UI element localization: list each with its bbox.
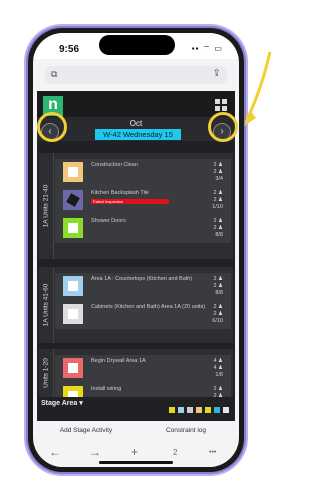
stat-line: 2 ♟	[213, 190, 223, 196]
highlight-ring-left	[37, 112, 67, 142]
section-label-text: 1A Units 41-60	[42, 283, 50, 327]
activity-stats: 2 ♟ 2 ♟ 8/8	[213, 276, 223, 297]
activity-title: Install wiring	[91, 386, 122, 392]
activity-stats: 2 ♟ 2 ♟ 3/4	[213, 162, 223, 183]
stat-line: 1/10	[212, 204, 223, 210]
status-icons: ▪▪ ⌔ ▭	[191, 44, 223, 53]
week-day-label[interactable]: W-42 Wednesday 15	[95, 129, 181, 140]
activity-color-swatch	[63, 304, 83, 324]
activity-row[interactable]: Construction Clean 2 ♟ 2 ♟ 3/4	[55, 159, 231, 187]
color-filter-chip[interactable]	[178, 407, 184, 413]
stat-line: 2 ♟	[213, 197, 223, 203]
home-indicator	[99, 461, 173, 464]
activity-color-swatch	[63, 218, 83, 238]
failed-inspection-badge: Failed Inspection	[91, 199, 169, 204]
phone-frame: 9:56 ▪▪ ⌔ ▭ ⧉ ⇪ n Oct W-42 Wednesday 15 …	[28, 28, 244, 472]
share-icon[interactable]: ⇪	[213, 68, 221, 79]
stat-line: 2 ♟	[213, 169, 223, 175]
color-filter-chip[interactable]	[223, 407, 229, 413]
new-tab-icon[interactable]: +	[131, 445, 138, 459]
stat-line: 8/8	[215, 290, 223, 296]
section-label: Units 1-20	[39, 349, 54, 397]
stat-line: 2 ♟	[213, 225, 223, 231]
activity-row[interactable]: Shower Doors 2 ♟ 2 ♟ 8/8	[55, 215, 231, 243]
stat-line: 2 ♟	[213, 386, 223, 392]
stat-line: 4 ♟	[213, 358, 223, 364]
color-filter-chip[interactable]	[205, 407, 211, 413]
section: Units 1-20 Begin Drywall Area 1A 4 ♟ 4 ♟ 1/8…	[39, 349, 233, 411]
activity-color-swatch	[63, 358, 83, 378]
back-icon[interactable]: ←	[49, 445, 61, 459]
stat-line: 4 ♟	[213, 365, 223, 371]
forward-icon[interactable]: →	[89, 445, 101, 459]
activity-row[interactable]: Cabinets (Kitchen and Bath) Area 1A (20 …	[55, 301, 231, 329]
activity-title: Shower Doors	[91, 218, 126, 224]
section-label-text: 1A Units 21-40	[42, 184, 50, 228]
screen: 9:56 ▪▪ ⌔ ▭ ⧉ ⇪ n Oct W-42 Wednesday 15 …	[33, 33, 239, 467]
dynamic-island	[99, 35, 175, 55]
reader-icon[interactable]: ⧉	[51, 69, 57, 80]
annotation-arrow	[244, 51, 272, 126]
status-time: 9:56	[59, 44, 80, 55]
stat-line: 6/10	[212, 318, 223, 324]
section: 1A Units 21-40 Construction Clean 2 ♟ 2 ♟ 3/…	[39, 153, 233, 259]
activity-stats: 2 ♟ 2 ♟ 6/10	[212, 304, 223, 325]
activity-color-swatch	[63, 276, 83, 296]
color-filter-chip[interactable]	[169, 407, 175, 413]
stat-line: 2 ♟	[213, 304, 223, 310]
activity-title: Kitchen Backsplash Tile	[91, 190, 150, 196]
color-filter-chip[interactable]	[187, 407, 193, 413]
activity-row[interactable]: Area 1A : Countertops (Kitchen and Bath)…	[55, 273, 231, 301]
stat-line: 3/4	[215, 176, 223, 182]
activity-row[interactable]: Kitchen Backsplash Tile Failed Inspection…	[55, 187, 231, 215]
activity-row[interactable]: Begin Drywall Area 1A 4 ♟ 4 ♟ 1/8	[55, 355, 231, 383]
more-icon[interactable]: •••	[209, 449, 216, 456]
activity-title: Cabinets (Kitchen and Bath) Area 1A (20 …	[91, 304, 206, 310]
stat-line: 2 ♟	[213, 276, 223, 282]
browser-address-bar[interactable]: ⧉ ⇪	[45, 66, 227, 84]
stat-line: 8/8	[215, 232, 223, 238]
tabs-icon[interactable]: 2	[173, 448, 177, 457]
section-label: 1A Units 41-60	[39, 267, 54, 343]
color-filter-chip[interactable]	[196, 407, 202, 413]
app-header: n	[37, 91, 235, 117]
stat-line: 2 ♟	[213, 162, 223, 168]
status-bar: 9:56 ▪▪ ⌔ ▭	[33, 33, 239, 59]
stat-line: 2 ♟	[213, 311, 223, 317]
activity-title: Begin Drywall Area 1A	[91, 358, 146, 364]
stage-area-dropdown[interactable]: Stage Area ▾	[41, 399, 83, 407]
section: 1A Units 41-60 Area 1A : Countertops (Kit…	[39, 267, 233, 343]
constraint-log-button[interactable]: Constraint log	[141, 427, 231, 434]
app-area: n Oct W-42 Wednesday 15 ‹ › 1A Units 21-…	[37, 91, 235, 421]
stat-line: 2 ♟	[213, 218, 223, 224]
activity-color-swatch	[63, 162, 83, 182]
activity-stats: 4 ♟ 4 ♟ 1/8	[213, 358, 223, 379]
add-stage-activity-button[interactable]: Add Stage Activity	[41, 427, 131, 434]
color-filters	[166, 400, 229, 418]
section-label: 1A Units 21-40	[39, 153, 54, 259]
section-label-text: Units 1-20	[42, 358, 50, 388]
activity-title: Area 1A : Countertops (Kitchen and Bath)	[91, 276, 193, 282]
color-filter-chip[interactable]	[214, 407, 220, 413]
activity-stats: 2 ♟ 2 ♟ 1/10	[212, 190, 223, 211]
stat-line: 2 ♟	[213, 283, 223, 289]
highlight-ring-right	[208, 112, 238, 142]
activity-stats: 2 ♟ 2 ♟ 8/8	[213, 218, 223, 239]
activity-color-swatch	[63, 190, 83, 210]
stage-area-bar: Stage Area ▾	[37, 397, 235, 413]
bottom-actions: Add Stage Activity Constraint log	[37, 421, 235, 441]
stat-line: 1/8	[215, 372, 223, 378]
activity-title: Construction Clean	[91, 162, 138, 168]
grid-menu-icon[interactable]	[215, 99, 227, 111]
